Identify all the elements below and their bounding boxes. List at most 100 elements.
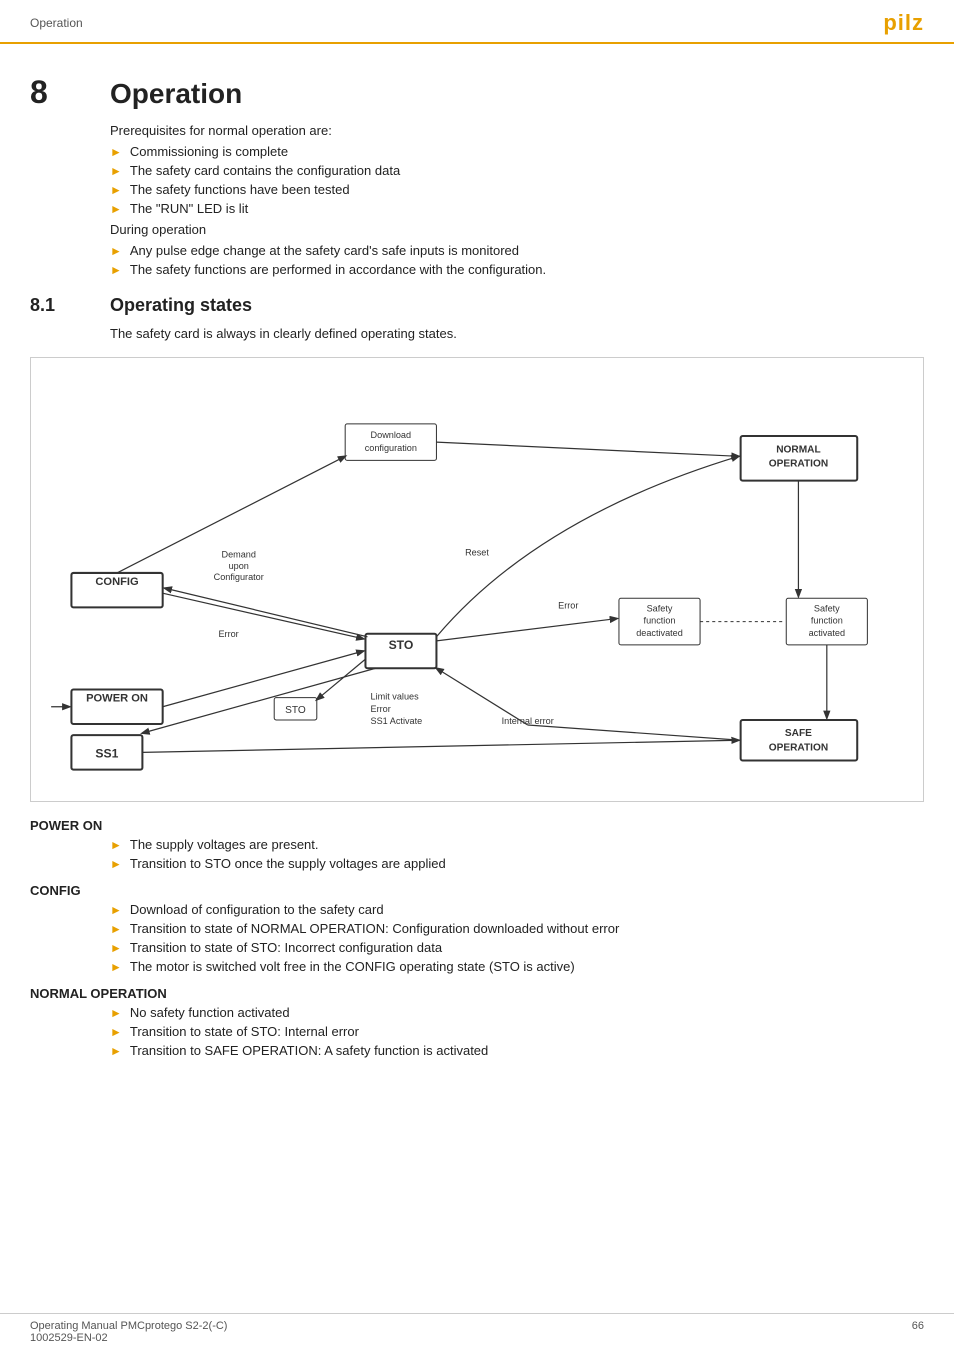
diagram-svg: CONFIG POWER ON NORMAL OPERATION STO SS1…: [41, 368, 913, 788]
bullet-arrow-icon: ►: [110, 263, 122, 277]
config-bullet-4: The motor is switched volt free in the C…: [130, 959, 575, 974]
section81-heading: 8.1 Operating states: [30, 295, 924, 316]
list-item: ► Any pulse edge change at the safety ca…: [110, 243, 924, 258]
bullet-arrow-icon: ►: [110, 857, 122, 871]
footer-doc-number: 1002529-EN-02: [30, 1332, 227, 1344]
normal-op-title: NORMAL OPERATION: [30, 986, 924, 1001]
list-item: ► The safety functions are performed in …: [110, 262, 924, 277]
svg-text:STO: STO: [389, 638, 414, 652]
logo: pilz: [883, 10, 924, 36]
bullet-arrow-icon: ►: [110, 1025, 122, 1039]
list-item: ► The safety functions have been tested: [110, 182, 924, 197]
during-operation-list: ► Any pulse edge change at the safety ca…: [110, 243, 924, 277]
svg-text:STO: STO: [285, 705, 306, 716]
list-item: ► The safety card contains the configura…: [110, 163, 924, 178]
bullet-arrow-icon: ►: [110, 164, 122, 178]
svg-text:Reset: Reset: [465, 548, 489, 558]
bullet-arrow-icon: ►: [110, 145, 122, 159]
svg-text:SS1: SS1: [95, 746, 118, 760]
page-footer: Operating Manual PMCprotego S2-2(-C) 100…: [0, 1313, 954, 1350]
operating-states-diagram: CONFIG POWER ON NORMAL OPERATION STO SS1…: [30, 357, 924, 802]
bullet-arrow-icon: ►: [110, 183, 122, 197]
prerequisite-3: The safety functions have been tested: [130, 182, 350, 197]
svg-text:NORMAL: NORMAL: [776, 444, 820, 455]
footer-page-number: 66: [912, 1320, 924, 1344]
bullet-arrow-icon: ►: [110, 1044, 122, 1058]
list-item: ► No safety function activated: [110, 1005, 924, 1020]
bullet-arrow-icon: ►: [110, 960, 122, 974]
config-bullet-1: Download of configuration to the safety …: [130, 902, 384, 917]
normal-op-bullet-3: Transition to SAFE OPERATION: A safety f…: [130, 1043, 488, 1058]
section8-title: Operation: [110, 78, 242, 110]
power-on-bullets: ► The supply voltages are present. ► Tra…: [110, 837, 924, 871]
bullet-arrow-icon: ►: [110, 903, 122, 917]
section8-intro: Prerequisites for normal operation are:: [110, 123, 924, 138]
list-item: ► Transition to STO once the supply volt…: [110, 856, 924, 871]
normal-op-bullet-2: Transition to state of STO: Internal err…: [130, 1024, 359, 1039]
normal-op-bullet-1: No safety function activated: [130, 1005, 290, 1020]
section81-number: 8.1: [30, 295, 110, 316]
svg-text:POWER ON: POWER ON: [86, 693, 148, 705]
svg-text:upon: upon: [229, 561, 249, 571]
section8-number: 8: [30, 74, 110, 111]
svg-text:Error: Error: [218, 629, 238, 639]
during-op-2: The safety functions are performed in ac…: [130, 262, 546, 277]
list-item: ► Transition to state of STO: Incorrect …: [110, 940, 924, 955]
bullet-arrow-icon: ►: [110, 838, 122, 852]
config-bullet-3: Transition to state of STO: Incorrect co…: [130, 940, 442, 955]
page-content: 8 Operation Prerequisites for normal ope…: [0, 44, 954, 1084]
footer-manual: Operating Manual PMCprotego S2-2(-C): [30, 1320, 227, 1332]
svg-text:Error: Error: [558, 600, 578, 610]
list-item: ► Transition to state of STO: Internal e…: [110, 1024, 924, 1039]
during-operation-label: During operation: [110, 222, 924, 237]
bullet-arrow-icon: ►: [110, 941, 122, 955]
svg-text:Limit values: Limit values: [371, 692, 420, 702]
section81-title: Operating states: [110, 295, 252, 316]
svg-text:CONFIG: CONFIG: [95, 576, 138, 588]
svg-text:OPERATION: OPERATION: [769, 458, 828, 469]
page: Operation pilz 8 Operation Prerequisites…: [0, 0, 954, 1350]
svg-text:Demand: Demand: [222, 550, 256, 560]
svg-text:Error: Error: [371, 704, 391, 714]
list-item: ► Commissioning is complete: [110, 144, 924, 159]
normal-op-bullets: ► No safety function activated ► Transit…: [110, 1005, 924, 1058]
footer-left: Operating Manual PMCprotego S2-2(-C) 100…: [30, 1320, 227, 1344]
prerequisite-4: The "RUN" LED is lit: [130, 201, 248, 216]
svg-text:Safety: Safety: [647, 603, 673, 613]
page-header: Operation pilz: [0, 0, 954, 44]
svg-text:Configurator: Configurator: [214, 572, 264, 582]
config-bullets: ► Download of configuration to the safet…: [110, 902, 924, 974]
svg-text:Safety: Safety: [814, 603, 840, 613]
list-item: ► The "RUN" LED is lit: [110, 201, 924, 216]
section8-heading: 8 Operation: [30, 74, 924, 111]
svg-text:configuration: configuration: [365, 443, 417, 453]
prerequisites-list: ► Commissioning is complete ► The safety…: [110, 144, 924, 216]
list-item: ► Download of configuration to the safet…: [110, 902, 924, 917]
list-item: ► Transition to SAFE OPERATION: A safety…: [110, 1043, 924, 1058]
prerequisite-2: The safety card contains the configurati…: [130, 163, 400, 178]
breadcrumb: Operation: [30, 16, 83, 30]
prerequisite-1: Commissioning is complete: [130, 144, 288, 159]
bullet-arrow-icon: ►: [110, 244, 122, 258]
list-item: ► The motor is switched volt free in the…: [110, 959, 924, 974]
list-item: ► Transition to state of NORMAL OPERATIO…: [110, 921, 924, 936]
svg-text:function: function: [644, 616, 676, 626]
during-op-1: Any pulse edge change at the safety card…: [130, 243, 519, 258]
config-title: CONFIG: [30, 883, 924, 898]
config-bullet-2: Transition to state of NORMAL OPERATION:…: [130, 921, 619, 936]
svg-text:deactivated: deactivated: [636, 628, 683, 638]
svg-text:SS1 Activate: SS1 Activate: [371, 716, 423, 726]
power-on-bullet-1: The supply voltages are present.: [130, 837, 319, 852]
power-on-bullet-2: Transition to STO once the supply voltag…: [130, 856, 446, 871]
section81-intro: The safety card is always in clearly def…: [110, 326, 924, 341]
svg-text:function: function: [811, 616, 843, 626]
svg-text:Download: Download: [371, 430, 412, 440]
bullet-arrow-icon: ►: [110, 922, 122, 936]
list-item: ► The supply voltages are present.: [110, 837, 924, 852]
svg-text:activated: activated: [809, 628, 845, 638]
bullet-arrow-icon: ►: [110, 1006, 122, 1020]
power-on-title: POWER ON: [30, 818, 924, 833]
bullet-arrow-icon: ►: [110, 202, 122, 216]
svg-text:OPERATION: OPERATION: [769, 742, 828, 753]
svg-text:SAFE: SAFE: [785, 728, 812, 739]
